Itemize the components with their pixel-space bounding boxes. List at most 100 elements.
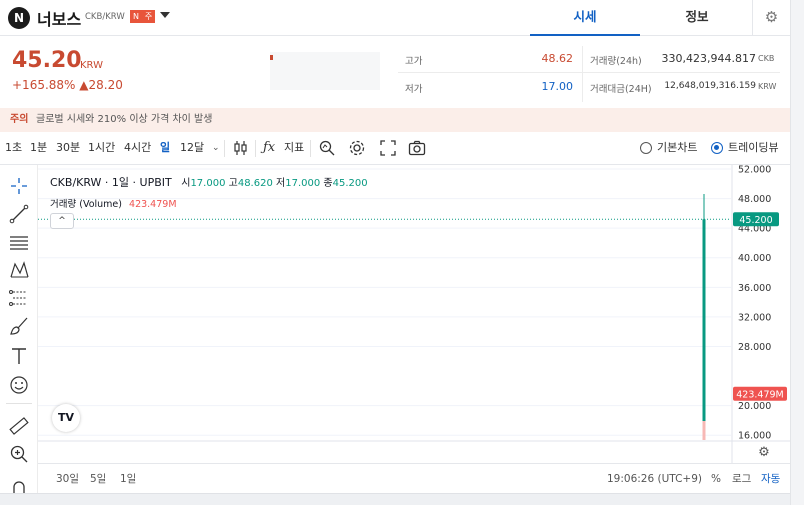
drawing-tools-bar <box>0 165 38 495</box>
interval-1m[interactable]: 1분 <box>30 132 47 164</box>
interval-1h[interactable]: 1시간 <box>88 132 115 164</box>
range-5d[interactable]: 5일 <box>90 464 106 494</box>
low-label: 저가 <box>405 84 423 95</box>
legend-symbol: CKB/KRW · 1일 · UPBIT <box>50 176 172 189</box>
indicator-button[interactable]: 지표 <box>284 132 304 164</box>
chart-clock: 19:06:26 (UTC+9) <box>607 473 702 485</box>
toolbar-divider <box>224 140 225 157</box>
price-tick-label: 48.000 <box>738 194 771 205</box>
side-scroll-strip <box>790 0 804 505</box>
basic-chart-label[interactable]: 기본차트 <box>657 132 697 164</box>
trend-line-icon[interactable] <box>8 203 30 225</box>
volume-legend-title: 거래량 (Volume) <box>50 199 122 210</box>
range-30d[interactable]: 30일 <box>56 464 79 494</box>
volume-label: 거래량(24h) <box>590 56 642 67</box>
tradingview-label[interactable]: 트레이딩뷰 <box>728 132 779 164</box>
interval-30m[interactable]: 30분 <box>56 132 80 164</box>
axis-settings-gear-icon[interactable]: ⚙ <box>757 446 771 460</box>
tradingview-logo-icon[interactable]: TV <box>52 404 80 432</box>
zoom-in-icon[interactable] <box>8 443 30 465</box>
price-tick-label: 52.000 <box>738 165 771 176</box>
volume-tag-label: 423.479M <box>736 389 783 400</box>
volume-value: 330,423,944.817 <box>661 52 756 65</box>
screenshot-camera-icon[interactable] <box>408 139 426 157</box>
candle-style-icon[interactable] <box>232 139 250 157</box>
coin-logo: N <box>8 7 30 29</box>
volume-bar <box>702 421 706 440</box>
amount-value: 12,648,019,316.159 <box>664 81 756 91</box>
tab-quote[interactable]: 시세 <box>530 0 640 36</box>
price-tick-label: 28.000 <box>738 342 771 353</box>
volume-legend: 거래량 (Volume) 423.479M <box>50 196 177 210</box>
crosshair-icon[interactable] <box>8 175 30 197</box>
toolbar-divider <box>310 140 311 157</box>
interval-4h[interactable]: 4시간 <box>124 132 151 164</box>
gear-icon[interactable]: ⚙ <box>752 0 790 36</box>
percent-toggle[interactable]: % <box>711 464 721 494</box>
legend-open: 17.000 <box>190 178 226 189</box>
chart-toolbar: 1초 1분 30분 1시간 4시간 일 12달 ⌄ ƒx 지표 기본차트 트레이… <box>0 132 790 165</box>
coin-dropdown-caret-icon[interactable] <box>160 12 170 18</box>
amount-label: 거래대금(24H) <box>590 84 652 95</box>
caution-tag: 주의 <box>10 114 29 125</box>
drawbar-divider <box>6 403 32 404</box>
mini-chart-marker <box>270 55 273 60</box>
coin-pair: CKB/KRW <box>85 12 125 22</box>
chart-settings-icon[interactable] <box>348 139 366 157</box>
coin-name[interactable]: 너보스 <box>37 6 81 30</box>
legend-collapse-button[interactable]: ^ <box>50 213 74 229</box>
high-label: 고가 <box>405 56 423 67</box>
legend-ohlc: 시17.000 고48.620 저17.000 종45.200 <box>181 178 367 189</box>
pattern-icon[interactable] <box>8 259 30 281</box>
price-tag-label: 45.200 <box>739 215 772 226</box>
interval-1d[interactable]: 일 <box>160 132 170 164</box>
new-badge: N <box>130 10 142 23</box>
chart-legend: CKB/KRW · 1일 · UPBIT 시17.000 고48.620 저17… <box>50 174 368 190</box>
change-amount: ▲28.20 <box>79 78 123 92</box>
alert-search-icon[interactable] <box>318 139 336 157</box>
coin-header: N 너보스 CKB/KRW N 주 시세 정보 ⚙ <box>0 0 790 36</box>
legend-high: 48.620 <box>237 178 273 189</box>
warning-badge: 주 <box>142 10 155 23</box>
bottom-scroll-strip <box>0 493 790 505</box>
magnet-icon[interactable] <box>8 477 30 493</box>
fib-retracement-icon[interactable] <box>8 287 30 309</box>
price-change: +165.88% ▲28.20 <box>12 78 123 92</box>
volume-unit: CKB <box>758 54 775 63</box>
stat-divider <box>582 46 583 102</box>
interval-1s[interactable]: 1초 <box>5 132 22 164</box>
interval-12mo[interactable]: 12달 <box>180 132 204 164</box>
chart-bottom-bar: 30일 5일 1일 19:06:26 (UTC+9) % 로그 자동 <box>38 463 790 493</box>
price-tick-label: 16.000 <box>738 431 771 442</box>
price-chart[interactable]: 52.000 48.000 44.000 40.000 36.000 32.000 28.0… <box>38 165 790 495</box>
log-toggle[interactable]: 로그 <box>732 464 751 494</box>
tradingview-radio[interactable] <box>711 142 723 154</box>
price-tick-label: 40.000 <box>738 253 771 264</box>
price-unit: KRW <box>80 60 103 71</box>
volume-legend-value: 423.479M <box>129 199 177 210</box>
legend-high-label: 고 <box>228 178 238 189</box>
text-tool-icon[interactable] <box>8 345 30 367</box>
interval-dropdown-chevron-icon[interactable]: ⌄ <box>212 132 220 164</box>
fx-indicator-icon[interactable]: ƒx <box>263 132 275 164</box>
caution-message: 글로벌 시세와 210% 이상 가격 차이 발생 <box>36 114 213 125</box>
price-tick-label: 36.000 <box>738 283 771 294</box>
range-1d[interactable]: 1일 <box>120 464 136 494</box>
basic-chart-radio[interactable] <box>640 142 652 154</box>
legend-low: 17.000 <box>285 178 321 189</box>
horizontal-lines-icon[interactable] <box>8 231 30 253</box>
stat-row-divider <box>398 72 780 73</box>
emoji-icon[interactable] <box>8 374 30 396</box>
tab-info[interactable]: 정보 <box>642 0 752 36</box>
legend-close-label: 종 <box>323 178 333 189</box>
change-percent: +165.88% <box>12 78 76 92</box>
candle-body <box>702 219 706 428</box>
low-value: 17.00 <box>541 80 574 93</box>
legend-low-label: 저 <box>276 178 286 189</box>
auto-toggle[interactable]: 자동 <box>761 464 780 494</box>
high-value: 48.62 <box>541 52 574 65</box>
brush-icon[interactable] <box>8 315 30 337</box>
fullscreen-icon[interactable] <box>379 139 397 157</box>
ruler-icon[interactable] <box>8 415 30 437</box>
amount-unit: KRW <box>758 82 777 91</box>
